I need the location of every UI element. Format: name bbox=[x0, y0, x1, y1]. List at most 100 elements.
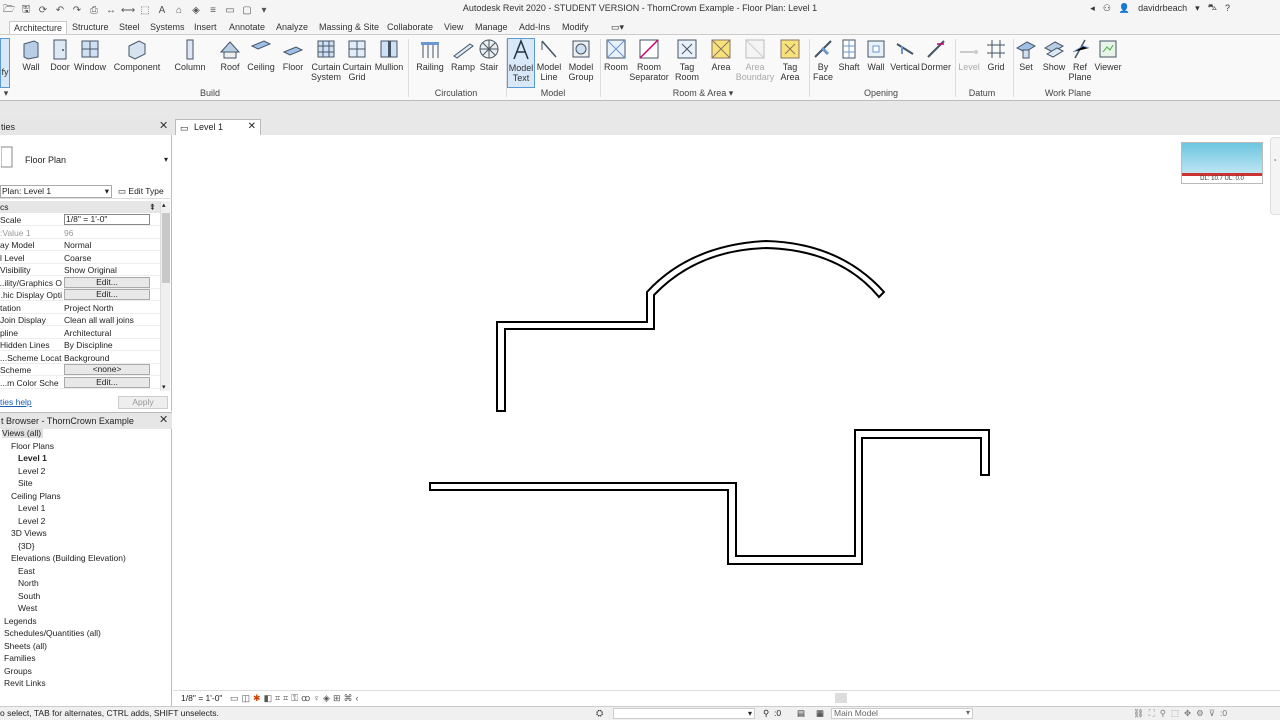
properties-help-link[interactable]: ties help bbox=[0, 397, 32, 407]
navigation-bar[interactable]: ◔ bbox=[1270, 137, 1280, 215]
column-button[interactable]: Column bbox=[172, 38, 208, 88]
search-arrow-icon[interactable]: ◂ bbox=[1090, 3, 1095, 14]
tab-structure[interactable]: Structure bbox=[68, 21, 113, 34]
browser-item[interactable]: North bbox=[18, 578, 39, 588]
property-row[interactable]: Scheme Locat... Background bbox=[0, 352, 160, 364]
property-value[interactable]: Background bbox=[64, 352, 150, 364]
temp-hide-icon[interactable]: ꝏ bbox=[301, 693, 310, 704]
design-option-dropdown[interactable]: Main Model ▾ bbox=[831, 708, 973, 719]
tab-add-ins[interactable]: Add-Ins bbox=[515, 21, 554, 34]
select-underlay-icon[interactable]: ⛶ bbox=[1149, 707, 1155, 720]
steering-wheel-icon[interactable]: ◔ bbox=[1272, 156, 1280, 165]
show-crop-icon[interactable]: ⌗ bbox=[283, 693, 288, 704]
property-row[interactable]: pline Architectural bbox=[0, 327, 160, 339]
property-edit-button[interactable]: <none> bbox=[64, 364, 150, 375]
view-tab-level-1[interactable]: ▭ Level 1 ✕ bbox=[175, 119, 261, 135]
user-dropdown-icon[interactable]: ▾ bbox=[1195, 3, 1200, 14]
browser-item[interactable]: Groups bbox=[4, 666, 32, 676]
properties-section-header[interactable]: cs ⇞ bbox=[0, 201, 160, 213]
unlock-3d-icon[interactable]: ⚿ bbox=[291, 693, 298, 704]
workset-dropdown[interactable]: ▾ bbox=[613, 708, 755, 719]
model-text-button[interactable]: Model Text bbox=[507, 38, 535, 88]
browser-item[interactable]: 3D Views bbox=[11, 528, 47, 538]
browser-item[interactable]: Views (all) bbox=[2, 428, 44, 438]
horizontal-scroll-thumb[interactable] bbox=[835, 693, 847, 703]
browser-item[interactable]: East bbox=[18, 566, 35, 576]
view-preview-thumbnail[interactable]: DL: 10.7 UL: 0.0 bbox=[1181, 142, 1263, 184]
editable-only-icon[interactable]: ⚲ bbox=[763, 707, 769, 720]
property-row[interactable]: Join Display Clean all wall joins bbox=[0, 314, 160, 326]
browser-item[interactable]: South bbox=[18, 591, 40, 601]
tab-manage[interactable]: Manage bbox=[471, 21, 512, 34]
property-row[interactable]: l Level Coarse bbox=[0, 252, 160, 264]
tag-room-button[interactable]: Tag Room bbox=[669, 38, 705, 88]
tab-contextual-dropdown-icon[interactable]: ▭▾ bbox=[607, 21, 628, 34]
properties-scrollbar[interactable]: ▴ ▾ bbox=[160, 201, 170, 391]
tab-modify[interactable]: Modify bbox=[558, 21, 593, 34]
drag-elements-icon[interactable]: ✥ bbox=[1184, 707, 1191, 720]
drawing-canvas[interactable]: DL: 10.7 UL: 0.0 ◔ bbox=[173, 135, 1280, 690]
browser-item[interactable]: Legends bbox=[4, 616, 37, 626]
browser-item[interactable]: Revit Links bbox=[4, 678, 46, 688]
tab-massing-site[interactable]: Massing & Site bbox=[315, 21, 383, 34]
property-edit-button[interactable]: Edit... bbox=[64, 276, 150, 288]
wall-lower[interactable] bbox=[429, 429, 990, 565]
binoculars-icon[interactable]: ⚇ bbox=[1103, 3, 1111, 14]
visual-style-icon[interactable]: ◫ bbox=[242, 693, 251, 704]
browser-item[interactable]: Schedules/Quantities (all) bbox=[4, 628, 101, 638]
browser-item[interactable]: Sheets (all) bbox=[4, 641, 47, 651]
scroll-down-icon[interactable]: ▾ bbox=[162, 383, 166, 391]
property-row[interactable]: Hidden Lines By Discipline bbox=[0, 339, 160, 351]
constraints-icon[interactable]: ⌘ bbox=[344, 693, 353, 704]
property-row[interactable]: hic Display Opti...Edit... bbox=[0, 289, 160, 301]
cart-icon[interactable]: ⛍ bbox=[1208, 2, 1217, 14]
tab-annotate[interactable]: Annotate bbox=[225, 21, 269, 34]
property-row[interactable]: tation Project North bbox=[0, 302, 160, 314]
wall-upper[interactable] bbox=[496, 239, 886, 412]
property-edit-button[interactable]: Edit... bbox=[64, 289, 150, 300]
property-value[interactable]: 1/8" = 1'-0" bbox=[64, 214, 150, 225]
reveal-hidden-icon[interactable]: ♀ bbox=[313, 693, 320, 704]
property-value[interactable]: Coarse bbox=[64, 252, 150, 264]
temp-view-props-icon[interactable]: ◈ bbox=[323, 693, 330, 704]
detail-level-icon[interactable]: ▭ bbox=[230, 693, 239, 704]
browser-item[interactable]: Floor Plans bbox=[11, 441, 54, 451]
edit-type-button[interactable]: ▭ Edit Type bbox=[114, 185, 170, 198]
collapse-bar-icon[interactable]: ‹ bbox=[356, 693, 359, 704]
select-links-icon[interactable]: ⛓ bbox=[1133, 707, 1144, 720]
tab-architecture[interactable]: Architecture bbox=[9, 21, 68, 34]
stair-button[interactable]: Stair bbox=[471, 38, 507, 88]
tab-analyze[interactable]: Analyze bbox=[272, 21, 312, 34]
scroll-up-icon[interactable]: ▴ bbox=[162, 201, 166, 209]
ribbon-expand-icon[interactable]: ▾ bbox=[2, 88, 10, 99]
model-line-button[interactable]: Model Line bbox=[535, 38, 563, 88]
dormer-button[interactable]: Dormer bbox=[918, 38, 954, 88]
area-button[interactable]: Area bbox=[703, 38, 739, 88]
shadows-icon[interactable]: ◧ bbox=[264, 693, 273, 704]
property-row[interactable]: ay Model Normal bbox=[0, 239, 160, 251]
user-name[interactable]: davidrbeach bbox=[1138, 3, 1187, 13]
browser-item[interactable]: Level 2 bbox=[18, 466, 45, 476]
browser-item[interactable]: Level 1 bbox=[18, 453, 47, 463]
tag-area-button[interactable]: Tag Area bbox=[772, 38, 808, 88]
tab-insert[interactable]: Insert bbox=[190, 21, 221, 34]
instance-filter-dropdown[interactable]: Plan: Level 1 ▾ bbox=[0, 185, 112, 198]
worksharing-icon[interactable]: ⊞ bbox=[333, 693, 341, 704]
sun-path-icon[interactable]: ✱ bbox=[253, 693, 261, 704]
property-row[interactable]: Scheme <none> bbox=[0, 364, 160, 376]
property-edit-button[interactable]: Edit... bbox=[64, 376, 150, 388]
railing-button[interactable]: Railing bbox=[412, 38, 448, 88]
close-icon[interactable]: ✕ bbox=[159, 415, 169, 426]
close-icon[interactable]: ✕ bbox=[159, 121, 169, 132]
model-group-button[interactable]: Model Group bbox=[563, 38, 599, 88]
browser-item[interactable]: Site bbox=[18, 478, 33, 488]
view-scale[interactable]: 1/8" = 1'-0" bbox=[181, 693, 222, 703]
window-button[interactable]: Window bbox=[72, 38, 108, 88]
select-pinned-icon[interactable]: ⚲ bbox=[1160, 707, 1166, 720]
browser-item[interactable]: Ceiling Plans bbox=[11, 491, 61, 501]
floor-button[interactable]: Floor bbox=[275, 38, 311, 88]
tab-view[interactable]: View bbox=[440, 21, 467, 34]
browser-item[interactable]: Families bbox=[4, 653, 36, 663]
filter-selection-icon[interactable]: ⊽ bbox=[1209, 707, 1215, 720]
ceiling-button[interactable]: Ceiling bbox=[243, 38, 279, 88]
